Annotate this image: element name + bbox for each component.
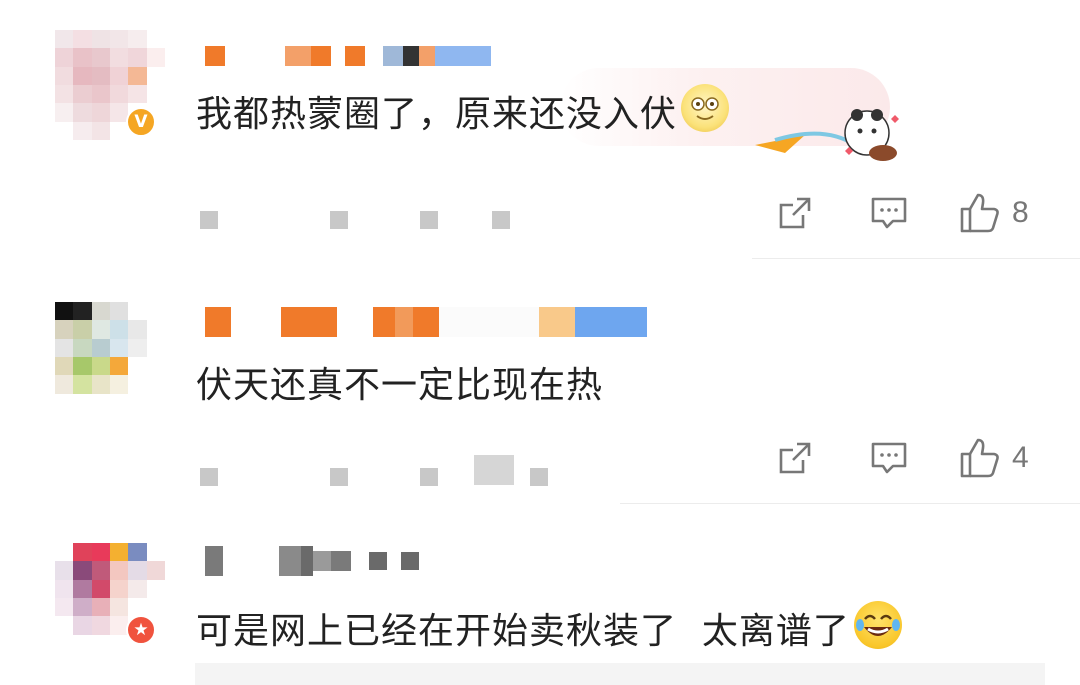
laughing-crying-face-icon	[853, 601, 902, 649]
reply-button[interactable]	[864, 188, 914, 238]
comment-actions: 8	[770, 188, 1029, 238]
bottom-reply-area	[195, 663, 1045, 685]
comment-text: 可是网上已经在开始卖秋装了 太离谱了	[196, 601, 902, 654]
username[interactable]	[205, 545, 419, 577]
comment-item: V 我都热蒙圈了，原来还没入伏 8	[0, 0, 1080, 260]
comment-actions: 4	[770, 433, 1029, 483]
divider	[752, 258, 1080, 259]
username[interactable]	[205, 45, 491, 67]
share-button[interactable]	[770, 188, 820, 238]
like-count: 8	[1012, 196, 1029, 229]
share-icon	[779, 197, 811, 229]
username[interactable]	[205, 305, 647, 339]
comment-meta	[200, 455, 548, 486]
thumbs-up-icon	[960, 193, 999, 233]
reply-button[interactable]	[864, 433, 914, 483]
share-button[interactable]	[770, 433, 820, 483]
comment-icon	[871, 442, 907, 474]
thumbs-up-icon	[960, 438, 999, 478]
share-icon	[779, 442, 811, 474]
divider	[620, 503, 1080, 504]
like-button[interactable]: 8	[958, 188, 1029, 238]
like-count: 4	[1012, 441, 1029, 474]
like-button[interactable]: 4	[958, 433, 1029, 483]
panda-sticker-icon	[755, 105, 905, 165]
member-badge: ★	[126, 615, 156, 645]
comment-icon	[871, 197, 907, 229]
avatar[interactable]	[55, 302, 165, 412]
comment-text: 我都热蒙圈了，原来还没入伏	[196, 84, 730, 137]
comment-item: 伏天还真不一定比现在热 4	[0, 260, 1080, 505]
smiling-face-icon	[681, 84, 730, 132]
comment-meta	[200, 211, 510, 229]
comment-text: 伏天还真不一定比现在热	[196, 365, 604, 406]
verified-badge: V	[126, 107, 156, 137]
comment-item: ★ 可是网上已经在开始卖秋装了 太离谱了	[0, 505, 1080, 685]
